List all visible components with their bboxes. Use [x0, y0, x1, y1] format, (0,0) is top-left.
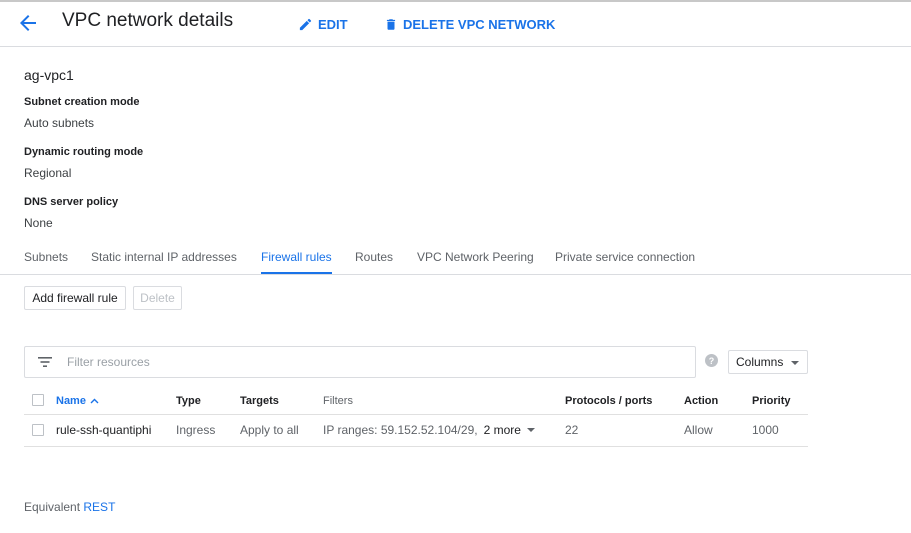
filter-list-icon [38, 357, 52, 367]
chevron-down-icon [791, 361, 799, 365]
tab-private-service-connection[interactable]: Private service connection [555, 250, 695, 274]
delete-button[interactable]: Delete [133, 286, 182, 310]
rule-filters-text: IP ranges: 59.152.52.104/29, [323, 423, 478, 437]
rule-name-link[interactable]: rule-ssh-quantiphi [56, 423, 151, 437]
tab-firewall-rules[interactable]: Firewall rules [261, 250, 332, 274]
select-all-checkbox[interactable] [32, 394, 44, 406]
rule-filters: IP ranges: 59.152.52.104/29, 2 more [323, 423, 535, 437]
column-header-priority[interactable]: Priority [752, 395, 791, 407]
pencil-icon [299, 18, 312, 30]
dns-server-policy-label: DNS server policy [24, 196, 119, 208]
edit-label: EDIT [318, 16, 348, 32]
back-button[interactable] [16, 11, 42, 35]
edit-button[interactable]: EDIT [298, 14, 348, 34]
equivalent-label: Equivalent [24, 500, 81, 514]
rule-type: Ingress [176, 423, 216, 437]
trash-icon [386, 18, 396, 30]
column-header-targets[interactable]: Targets [240, 395, 279, 407]
row-checkbox[interactable] [32, 424, 44, 436]
dynamic-routing-mode-label: Dynamic routing mode [24, 146, 144, 158]
firewall-rules-table: Name Type Targets Filters Protocols / po… [24, 388, 808, 447]
column-header-filters: Filters [323, 395, 353, 407]
filters-more-dropdown[interactable]: 2 more [484, 423, 535, 437]
column-header-name[interactable]: Name [56, 395, 99, 407]
tab-static-internal-ip-addresses[interactable]: Static internal IP addresses [91, 250, 237, 274]
columns-button[interactable]: Columns [728, 350, 808, 374]
rule-protocols-ports: 22 [565, 423, 579, 437]
column-header-action[interactable]: Action [684, 395, 718, 407]
rule-action: Allow [684, 423, 713, 437]
column-header-protocols-ports[interactable]: Protocols / ports [565, 395, 652, 407]
tab-subnets[interactable]: Subnets [24, 250, 68, 274]
dynamic-routing-mode-value: Regional [24, 166, 72, 180]
column-header-type[interactable]: Type [176, 395, 201, 407]
filter-bar [24, 346, 696, 378]
sort-ascending-icon [90, 398, 99, 404]
filter-resources-input[interactable] [67, 353, 667, 371]
delete-vpc-network-button[interactable]: DELETE VPC NETWORK [384, 14, 555, 34]
table-row: rule-ssh-quantiphi Ingress Apply to all … [24, 415, 808, 447]
rule-targets: Apply to all [240, 423, 299, 437]
dns-server-policy-value: None [24, 216, 53, 230]
table-header-row: Name Type Targets Filters Protocols / po… [24, 388, 808, 415]
tab-bar: Subnets Static internal IP addresses Fir… [0, 246, 911, 275]
rule-priority: 1000 [752, 423, 779, 437]
tab-vpc-network-peering[interactable]: VPC Network Peering [417, 250, 534, 274]
rest-link[interactable]: REST [83, 500, 115, 514]
column-header-name-label: Name [56, 395, 86, 407]
subnet-creation-mode-label: Subnet creation mode [24, 96, 140, 108]
help-icon[interactable]: ? [705, 354, 718, 367]
subnet-creation-mode-value: Auto subnets [24, 116, 95, 130]
columns-label: Columns [736, 355, 784, 369]
filters-more-label: 2 more [483, 423, 521, 437]
equivalent-rest: Equivalent REST [24, 500, 115, 514]
page-title: VPC network details [62, 10, 234, 31]
page-header: VPC network details EDIT DELETE VPC NETW… [0, 2, 911, 47]
arrow-back-icon [20, 15, 36, 31]
add-firewall-rule-button[interactable]: Add firewall rule [24, 286, 126, 310]
network-name: ag-vpc1 [24, 67, 74, 83]
chevron-down-icon [526, 428, 535, 432]
delete-vpc-network-label: DELETE VPC NETWORK [403, 16, 556, 32]
tab-routes[interactable]: Routes [355, 250, 393, 274]
